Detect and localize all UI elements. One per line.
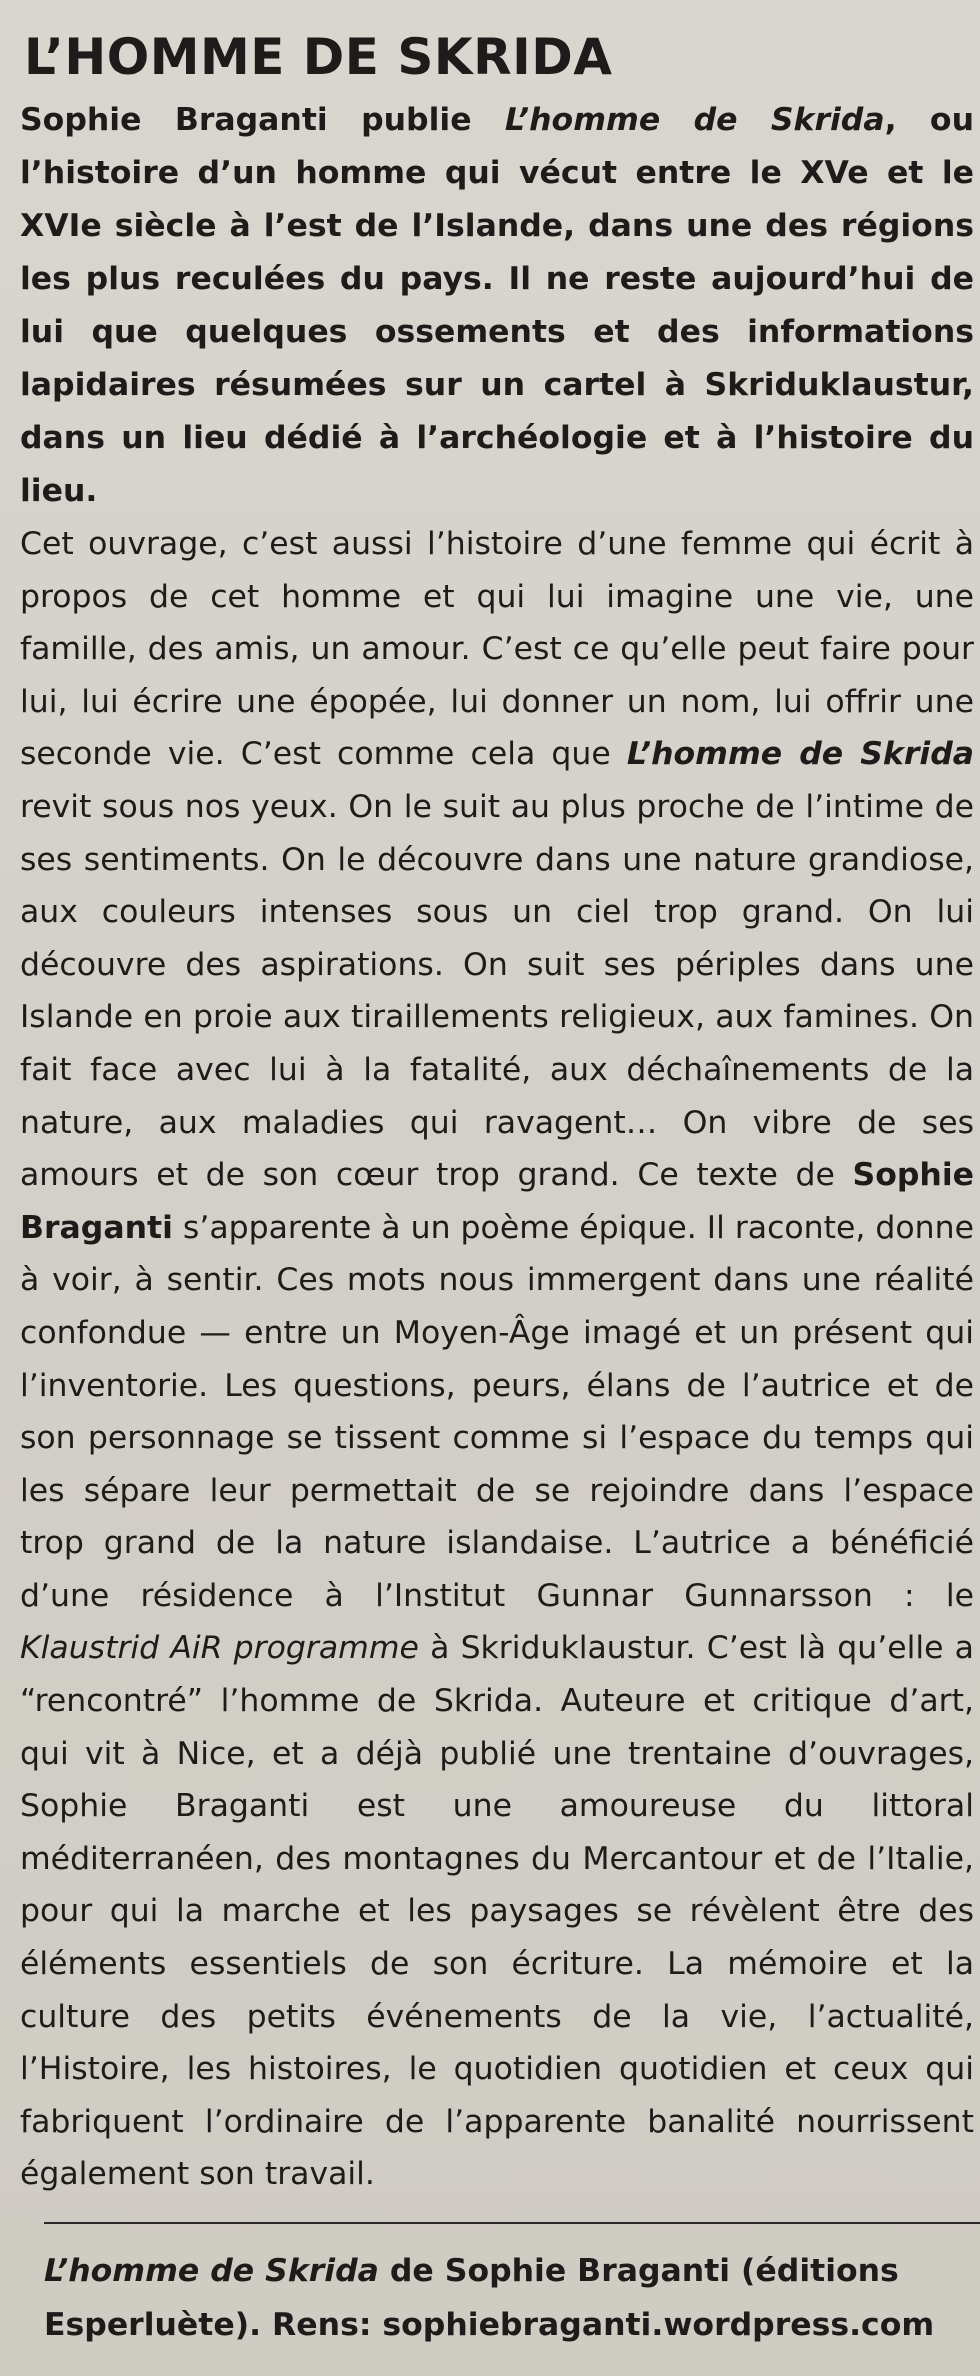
article: L’HOMME DE SKRIDA Sophie Braganti publie… [0,0,980,2376]
article-intro: Sophie Braganti publie L’homme de Skrida… [20,94,974,518]
book-credit: L’homme de Skrida de Sophie Braganti (éd… [44,2244,974,2352]
article-title: L’HOMME DE SKRIDA [24,28,613,86]
body-text-part-4: à Skriduklaustur. C’est là qu’elle a “re… [20,1630,974,2193]
credit-book-title: L’homme de Skrida [44,2253,379,2289]
intro-book-title: L’homme de Skrida [504,102,885,138]
intro-verb: publie [327,102,505,138]
intro-author: Sophie Braganti [20,102,328,138]
body-text-part-2: revit sous nos yeux. On le suit au plus … [20,788,974,1194]
body-text-part-3: s’apparente à un poème épique. Il racont… [20,1209,974,1614]
article-body: Cet ouvrage, c’est aussi l’histoire d’un… [20,518,974,2201]
body-book-title: L’homme de Skrida [626,736,975,773]
intro-text: , ou l’histoire d’un homme qui vécut ent… [20,102,974,509]
separator-rule [44,2222,980,2224]
body-programme-name: Klaustrid AiR programme [20,1630,419,1667]
